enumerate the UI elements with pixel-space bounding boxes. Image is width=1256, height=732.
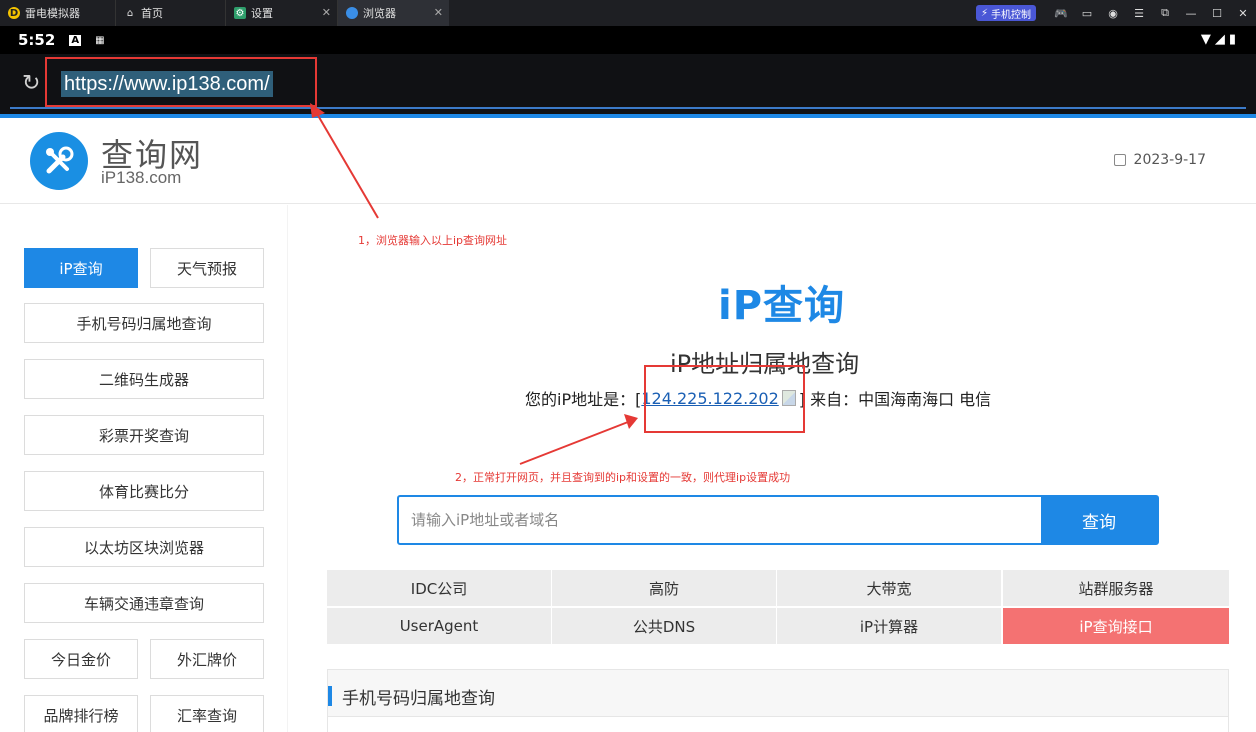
annotation-1: 1，浏览器输入以上ip查询网址 xyxy=(358,234,508,247)
phone-control-label: 手机控制 xyxy=(991,9,1031,21)
sd-card-icon: ▦ xyxy=(95,34,105,46)
sidebar-item-gold-price[interactable]: 今日金价 xyxy=(24,639,138,679)
link-ip-calculator[interactable]: iP计算器 xyxy=(777,608,1001,644)
tab-emulator-app[interactable]: D 雷电模拟器 xyxy=(0,0,115,26)
tab-browser[interactable]: 浏览器 ✕ xyxy=(337,0,449,26)
sidebar-item-phone-location[interactable]: 手机号码归属地查询 xyxy=(24,303,264,343)
sidebar-item-ethereum[interactable]: 以太坊区块浏览器 xyxy=(24,527,264,567)
account-icon[interactable]: ◉ xyxy=(1100,7,1126,20)
link-useragent[interactable]: UserAgent xyxy=(327,608,551,644)
chat-icon[interactable]: ▭ xyxy=(1074,7,1100,20)
notification-a-icon: A xyxy=(69,34,82,46)
tab-label: 浏览器 xyxy=(363,7,396,20)
link-public-dns[interactable]: 公共DNS xyxy=(552,608,776,644)
link-site-cluster[interactable]: 站群服务器 xyxy=(1003,570,1229,606)
link-ip-api[interactable]: iP查询接口 xyxy=(1003,608,1229,644)
date-text: 2023-9-17 xyxy=(1133,152,1206,168)
tools-logo-icon[interactable] xyxy=(30,132,88,190)
section-accent-bar xyxy=(328,686,332,706)
gear-icon: ⚙ xyxy=(234,7,246,19)
signal-battery-icons: ▼◢▮ xyxy=(1200,32,1240,47)
link-ddos-protection[interactable]: 高防 xyxy=(552,570,776,606)
tab-label: 首页 xyxy=(141,7,163,20)
sidebar-item-weather[interactable]: 天气预报 xyxy=(150,248,264,288)
restore-window-icon[interactable]: ⧉ xyxy=(1152,6,1178,20)
tab-label: 雷电模拟器 xyxy=(25,7,80,20)
ip-prefix: 您的iP地址是：[ xyxy=(525,390,642,409)
status-time: 5:52 xyxy=(18,31,56,49)
android-status-bar: 5:52 A ▦ ▼◢▮ xyxy=(0,26,1256,54)
sidebar-item-lottery[interactable]: 彩票开奖查询 xyxy=(24,415,264,455)
link-bandwidth[interactable]: 大带宽 xyxy=(777,570,1001,606)
close-tab-icon[interactable]: ✕ xyxy=(322,6,331,19)
phone-control-button[interactable]: ⚡ 手机控制 xyxy=(975,5,1036,21)
search-button[interactable]: 查询 xyxy=(1041,497,1157,543)
home-icon: ⌂ xyxy=(126,7,134,19)
link-idc[interactable]: IDC公司 xyxy=(327,570,551,606)
menu-icon[interactable]: ☰ xyxy=(1126,7,1152,20)
url-highlight-box xyxy=(45,57,317,107)
emulator-controls: ⚡ 手机控制 🎮 ▭ ◉ ☰ ⧉ — ☐ ✕ xyxy=(975,0,1256,26)
sidebar-item-ip-query[interactable]: iP查询 xyxy=(24,248,138,288)
section-title: 手机号码归属地查询 xyxy=(342,689,495,709)
emulator-title-bar: D 雷电模拟器 ⌂ 首页 ⚙ 设置 ✕ 浏览器 ✕ ⚡ 手机控制 🎮 ▭ ◉ ☰… xyxy=(0,0,1256,26)
reload-icon[interactable]: ↻ xyxy=(22,71,40,96)
ip-location: ] 来自：中国海南海口 电信 xyxy=(798,390,992,409)
sidebar-item-exchange-rate[interactable]: 汇率查询 xyxy=(150,695,264,732)
tab-home[interactable]: ⌂ 首页 xyxy=(115,0,225,26)
close-window-icon[interactable]: ✕ xyxy=(1230,7,1256,20)
sidebar-item-brand-ranking[interactable]: 品牌排行榜 xyxy=(24,695,138,732)
minimize-icon[interactable]: — xyxy=(1178,7,1204,20)
annotation-2: 2，正常打开网页，并且查询到的ip和设置的一致，则代理ip设置成功 xyxy=(455,471,791,484)
close-tab-icon[interactable]: ✕ xyxy=(434,6,443,19)
sidebar-item-qrcode[interactable]: 二维码生成器 xyxy=(24,359,264,399)
date-display: 2023-9-17 xyxy=(1113,152,1206,168)
gamepad-icon[interactable]: 🎮 xyxy=(1048,7,1074,20)
calendar-icon xyxy=(1113,154,1126,166)
tab-settings[interactable]: ⚙ 设置 ✕ xyxy=(225,0,337,26)
lightning-icon: ⚡ xyxy=(980,7,988,19)
phone-location-section: 手机号码归属地查询 xyxy=(327,669,1229,732)
ldplayer-logo-icon: D xyxy=(8,7,20,19)
browser-icon xyxy=(346,7,358,19)
logo-subtitle[interactable]: iP138.com xyxy=(101,168,181,188)
section-body xyxy=(328,716,1228,732)
sidebar-item-forex[interactable]: 外汇牌价 xyxy=(150,639,264,679)
page-title: iP查询 xyxy=(718,283,846,329)
url-underline xyxy=(10,107,1246,109)
ip-search-input[interactable] xyxy=(399,497,1041,543)
ip-highlight-box xyxy=(644,365,805,433)
sidebar-item-sports-score[interactable]: 体育比赛比分 xyxy=(24,471,264,511)
tab-label: 设置 xyxy=(251,7,273,20)
sidebar-item-traffic-violation[interactable]: 车辆交通违章查询 xyxy=(24,583,264,623)
site-header: 查询网 iP138.com 2023-9-17 xyxy=(0,118,1256,204)
ip-search-bar: 查询 xyxy=(397,495,1159,545)
maximize-icon[interactable]: ☐ xyxy=(1204,7,1230,20)
